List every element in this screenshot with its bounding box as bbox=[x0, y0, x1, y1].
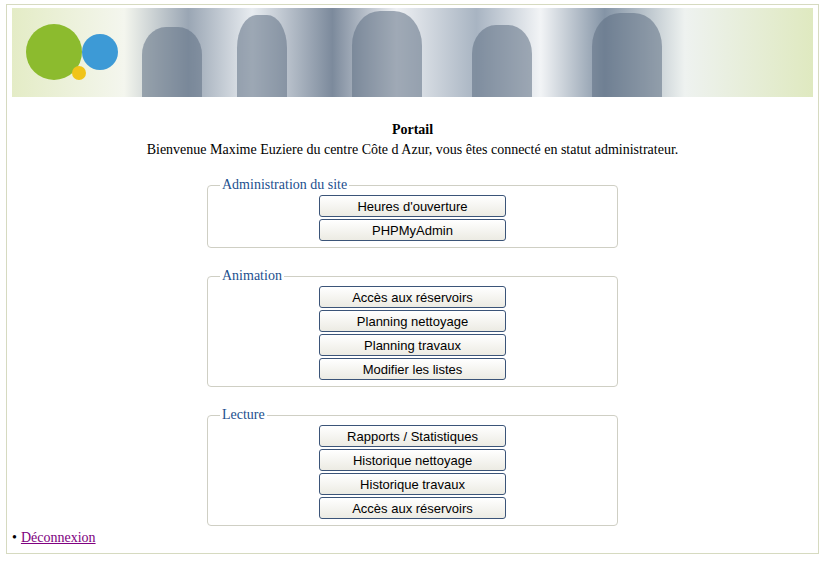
logo-dot-icon bbox=[72, 66, 86, 80]
logout-row: •Déconnexion bbox=[7, 530, 818, 546]
section-legend: Animation bbox=[220, 268, 284, 284]
nav-button[interactable]: Heures d'ouverture bbox=[319, 195, 506, 217]
page-title: Portail bbox=[7, 121, 818, 139]
section-legend: Administration du site bbox=[220, 177, 349, 193]
section-group: Administration du site Heures d'ouverture… bbox=[207, 177, 618, 248]
button-list: Rapports / StatistiquesHistorique nettoy… bbox=[208, 425, 617, 519]
nav-button[interactable]: Planning nettoyage bbox=[319, 310, 506, 332]
nav-button[interactable]: Historique nettoyage bbox=[319, 449, 506, 471]
button-list: Heures d'ouverturePHPMyAdmin bbox=[208, 195, 617, 241]
page-frame: Portail Bienvenue Maxime Euziere du centr… bbox=[6, 4, 819, 554]
logout-link[interactable]: Déconnexion bbox=[21, 530, 96, 546]
nav-button[interactable]: Accès aux réservoirs bbox=[319, 286, 506, 308]
nav-button[interactable]: PHPMyAdmin bbox=[319, 219, 506, 241]
nav-button[interactable]: Planning travaux bbox=[319, 334, 506, 356]
nav-button[interactable]: Rapports / Statistiques bbox=[319, 425, 506, 447]
header-banner bbox=[12, 8, 813, 97]
nav-button[interactable]: Accès aux réservoirs bbox=[319, 497, 506, 519]
welcome-message: Bienvenue Maxime Euziere du centre Côte … bbox=[7, 141, 818, 159]
nav-button[interactable]: Modifier les listes bbox=[319, 358, 506, 380]
lyonnaise-logo-icon bbox=[82, 34, 118, 70]
section-group: LectureRapports / StatistiquesHistorique… bbox=[207, 407, 618, 526]
section-group: Animation Accès aux réservoirsPlanning ne… bbox=[207, 268, 618, 387]
section-legend: Lecture bbox=[220, 407, 267, 423]
button-list: Accès aux réservoirsPlanning nettoyagePl… bbox=[208, 286, 617, 380]
bullet: • bbox=[12, 530, 17, 546]
section-list: Administration du site Heures d'ouverture… bbox=[7, 177, 818, 526]
portal-header: Portail Bienvenue Maxime Euziere du centr… bbox=[7, 121, 818, 159]
nav-button[interactable]: Historique travaux bbox=[319, 473, 506, 495]
